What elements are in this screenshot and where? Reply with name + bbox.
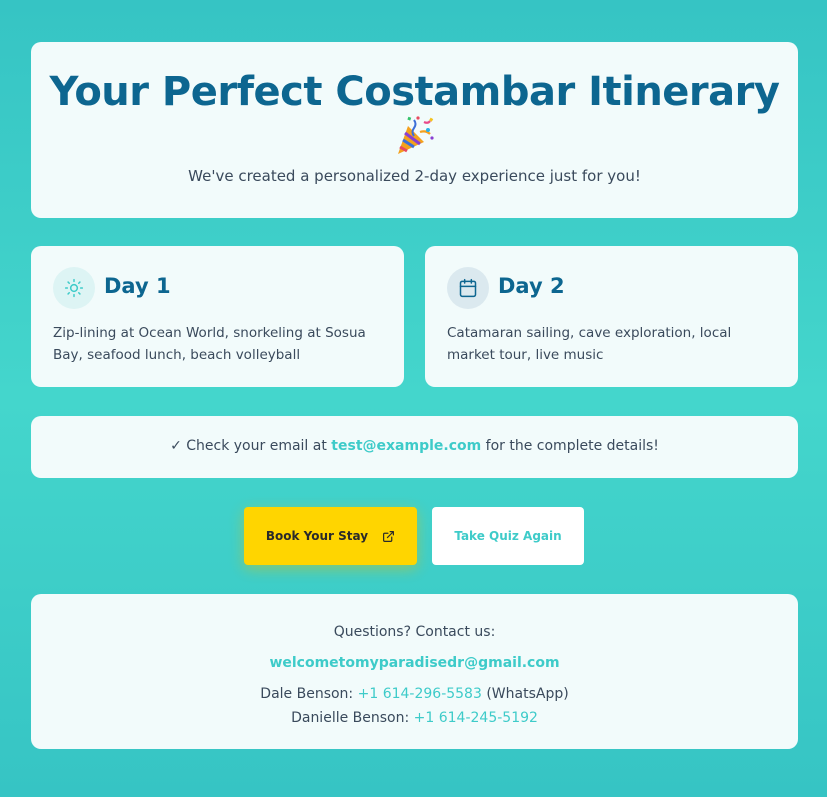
page-subtitle: We've created a personalized 2-day exper… xyxy=(188,167,641,185)
day-card: Day 1 Zip-lining at Ocean World, snorkel… xyxy=(31,246,404,387)
sun-icon xyxy=(53,267,95,309)
book-button-label: Book Your Stay xyxy=(265,529,369,543)
day-card: Day 2 Catamaran sailing, cave exploratio… xyxy=(425,246,798,387)
contact-card: Questions? Contact us: welcometomyparadi… xyxy=(31,594,798,749)
person-1-label: Dale Benson: xyxy=(260,686,358,702)
contact-email-link[interactable]: welcometomyparadisedr@gmail.com xyxy=(269,655,559,671)
person-2-phone-link[interactable]: +1 614-245-5192 xyxy=(414,710,538,726)
user-email: test@example.com xyxy=(331,438,482,454)
take-quiz-again-button[interactable]: Take Quiz Again xyxy=(432,507,584,565)
contact-person-2: Danielle Benson: +1 614-245-5192 xyxy=(31,710,798,726)
email-notice-card: ✓ Check your email at test@example.com f… xyxy=(31,416,798,478)
day-description: Zip-lining at Ocean World, snorkeling at… xyxy=(53,325,366,363)
book-your-stay-button[interactable]: Book Your Stay xyxy=(244,507,417,565)
contact-heading: Questions? Contact us: xyxy=(333,624,496,640)
person-2-label: Danielle Benson: xyxy=(291,710,414,726)
party-popper-icon xyxy=(394,114,436,156)
calendar-icon xyxy=(447,267,489,309)
external-link-icon xyxy=(382,530,395,543)
email-notice-suffix: for the complete details! xyxy=(481,438,659,454)
person-1-phone-link[interactable]: +1 614-296-5583 xyxy=(358,686,482,702)
email-notice: ✓ Check your email at test@example.com f… xyxy=(31,438,798,454)
header-card: Your Perfect Costambar Itinerary We've c… xyxy=(31,42,798,218)
page-title: Your Perfect Costambar Itinerary xyxy=(49,69,780,115)
contact-person-1: Dale Benson: +1 614-296-5583 (WhatsApp) xyxy=(31,686,798,702)
email-notice-prefix: ✓ Check your email at xyxy=(170,438,332,454)
day-title: Day 1 xyxy=(104,274,171,298)
day-description: Catamaran sailing, cave exploration, loc… xyxy=(447,325,732,363)
day-title: Day 2 xyxy=(498,274,565,298)
person-1-note: (WhatsApp) xyxy=(481,686,569,702)
